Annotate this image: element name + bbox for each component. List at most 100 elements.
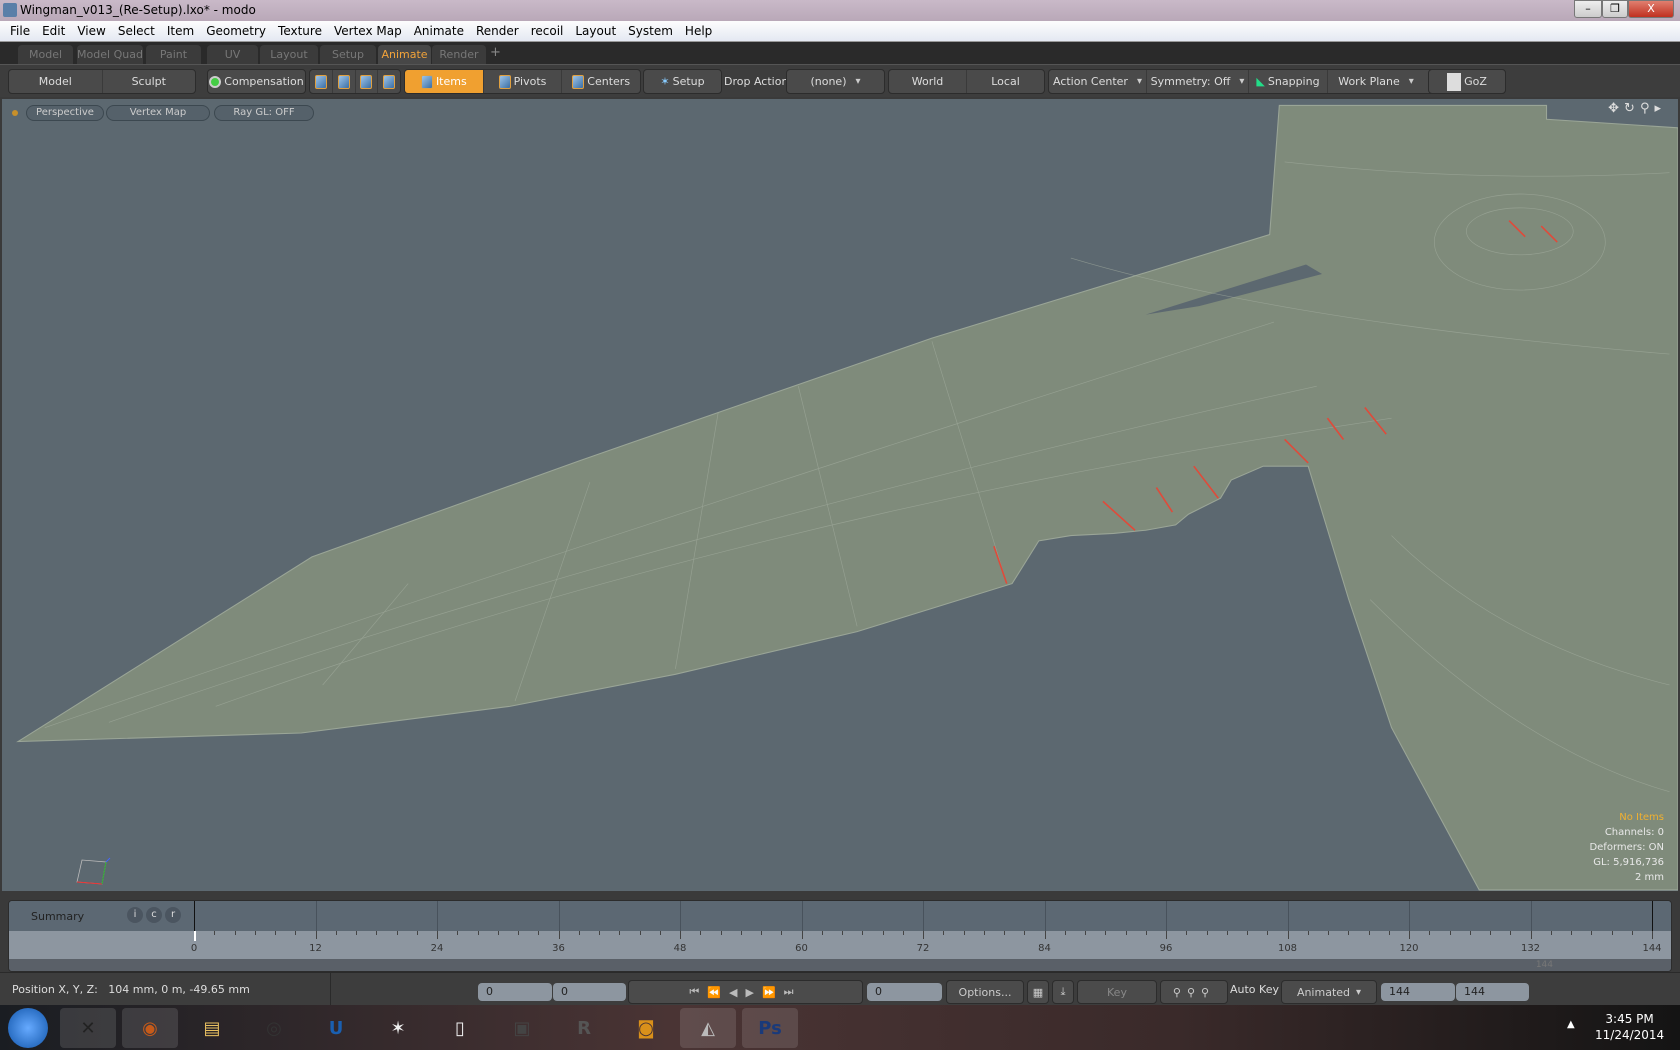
materials-mode-button[interactable]	[378, 70, 400, 93]
ruler-tick	[335, 931, 337, 935]
ray-gl-button[interactable]: Ray GL: OFF	[214, 105, 314, 121]
viewport-nav-controls[interactable]: ✥↻⚲▸	[1608, 101, 1666, 116]
menu-item[interactable]: Item	[161, 24, 200, 38]
timeline-scrollbar[interactable]: 144	[9, 959, 1671, 971]
vertices-mode-button[interactable]	[310, 70, 333, 93]
rotate-icon[interactable]: ↻	[1624, 101, 1640, 116]
menu-recoil[interactable]: recoil	[525, 24, 570, 38]
zoom-icon[interactable]: ⚲	[1640, 101, 1655, 116]
tab-setup[interactable]: Setup	[320, 45, 376, 64]
close-button[interactable]: X	[1628, 0, 1674, 18]
items-mode-button[interactable]: Items	[405, 70, 484, 93]
tab-model-quad[interactable]: Model Quad	[77, 45, 143, 64]
start-frame-field[interactable]: 0	[478, 983, 552, 1001]
menu-texture[interactable]: Texture	[272, 24, 328, 38]
setup-label: Setup	[672, 75, 705, 88]
tick-label: 120	[1399, 943, 1419, 954]
transport-controls[interactable]: ⏮ ⏪ ◀ ▶ ⏩ ⏭	[628, 980, 863, 1004]
menu-file[interactable]: File	[4, 24, 36, 38]
viewport-menu-dot[interactable]	[12, 110, 18, 116]
pivots-mode-button[interactable]: Pivots	[484, 70, 563, 93]
taskbar-app-color[interactable]: ◎	[246, 1008, 302, 1048]
frame-field[interactable]: 0	[867, 983, 942, 1001]
tray-arrow-icon[interactable]: ▲	[1567, 1019, 1575, 1030]
setup-button[interactable]: ✶ Setup	[644, 70, 721, 93]
tab-animate[interactable]: Animate	[378, 45, 431, 64]
pan-icon[interactable]: ✥	[1608, 101, 1624, 116]
snapping-button[interactable]: ◣ Snapping	[1249, 70, 1328, 93]
clock[interactable]: 3:45 PM 11/24/2014	[1595, 1011, 1664, 1043]
timeline[interactable]: Summary icr 0 12 24 36 48 60 72 84 96 108 120 132 14…	[8, 900, 1672, 972]
drop-action-dropdown[interactable]: (none)	[787, 70, 884, 93]
taskbar-app-camera[interactable]: ◙	[618, 1008, 674, 1048]
flag-r[interactable]: r	[165, 907, 181, 923]
taskbar-app-zbrush[interactable]: ✶	[370, 1008, 426, 1048]
taskbar-app-explorer[interactable]: ▤	[184, 1008, 240, 1048]
taskbar-app-document[interactable]: ▯	[432, 1008, 488, 1048]
tab-paint[interactable]: Paint	[146, 45, 201, 64]
end-frame-field[interactable]: 144	[1381, 983, 1455, 1001]
symmetry-dropdown[interactable]: Symmetry: Off	[1147, 70, 1249, 93]
next-key-icon[interactable]: ⏩	[762, 986, 784, 999]
playhead[interactable]	[194, 931, 196, 941]
expand-arrow-icon[interactable]: ▸	[1654, 101, 1666, 116]
model-button[interactable]: Model	[9, 70, 103, 93]
perspective-button[interactable]: Perspective	[26, 105, 104, 121]
tab-uv[interactable]: UV	[207, 45, 258, 64]
polygons-mode-button[interactable]	[356, 70, 379, 93]
sculpt-button[interactable]: Sculpt	[103, 70, 196, 93]
flag-i[interactable]: i	[127, 907, 143, 923]
menu-system[interactable]: System	[622, 24, 679, 38]
vertex-map-button[interactable]: Vertex Map	[106, 105, 210, 121]
auto-key-icons[interactable]: ⚲⚲⚲	[1160, 980, 1228, 1004]
menu-animate[interactable]: Animate	[408, 24, 470, 38]
restore-button[interactable]: ❐	[1602, 0, 1628, 18]
tab-model[interactable]: Model	[18, 45, 73, 64]
flag-c[interactable]: c	[146, 907, 162, 923]
menu-render[interactable]: Render	[470, 24, 525, 38]
taskbar-app-media[interactable]: ▣	[494, 1008, 550, 1048]
prev-key-icon[interactable]: ⏪	[707, 986, 729, 999]
taskbar-app-firefox[interactable]: ◉	[122, 1008, 178, 1048]
work-plane-dropdown[interactable]: Work Plane	[1328, 70, 1424, 93]
taskbar-app-unreal[interactable]: U	[308, 1008, 364, 1048]
menu-layout[interactable]: Layout	[569, 24, 622, 38]
taskbar-app-modo[interactable]: ✕	[60, 1008, 116, 1048]
menu-geometry[interactable]: Geometry	[200, 24, 272, 38]
tab-render[interactable]: Render	[432, 45, 486, 64]
time-ruler[interactable]: 0 12 24 36 48 60 72 84 96 108 120 132 144	[9, 931, 1671, 959]
key-button[interactable]: Key	[1077, 980, 1157, 1004]
compensation-button[interactable]: Compensation	[208, 70, 305, 93]
taskbar-app-preview[interactable]: ◭	[680, 1008, 736, 1048]
menu-help[interactable]: Help	[679, 24, 718, 38]
menu-select[interactable]: Select	[112, 24, 161, 38]
go-to-start-icon[interactable]: ⏮	[689, 985, 707, 999]
start-button[interactable]	[8, 1008, 48, 1048]
minimize-button[interactable]: –	[1574, 0, 1602, 18]
action-center-dropdown[interactable]: Action Center	[1049, 70, 1147, 93]
local-button[interactable]: Local	[967, 70, 1044, 93]
tab-layout[interactable]: Layout	[260, 45, 318, 64]
add-tab-button[interactable]: +	[490, 45, 501, 60]
taskbar-app-ps[interactable]: Ps	[742, 1008, 798, 1048]
key-channels-icon[interactable]: ⤓	[1052, 980, 1074, 1004]
go-to-end-icon[interactable]: ⏭	[784, 985, 802, 999]
options-button[interactable]: Options...	[946, 980, 1024, 1004]
range-end-field[interactable]: 144	[1456, 983, 1529, 1001]
centers-mode-button[interactable]: Centers	[562, 70, 640, 93]
step-back-icon[interactable]: ◀	[729, 986, 745, 999]
taskbar-app-recap[interactable]: R	[556, 1008, 612, 1048]
edges-mode-button[interactable]	[333, 70, 356, 93]
play-icon[interactable]: ▶	[746, 986, 762, 999]
tick-label: 60	[795, 943, 808, 954]
graph-icon[interactable]: ▦	[1027, 980, 1049, 1004]
world-button[interactable]: World	[889, 70, 967, 93]
menu-vertex-map[interactable]: Vertex Map	[328, 24, 408, 38]
goz-button[interactable]: GoZ	[1429, 70, 1505, 93]
current-frame-field[interactable]: 0	[553, 983, 626, 1001]
menu-view[interactable]: View	[71, 24, 111, 38]
animated-dropdown[interactable]: Animated	[1281, 980, 1377, 1004]
menu-edit[interactable]: Edit	[36, 24, 71, 38]
3d-viewport[interactable]: Perspective Vertex Map Ray GL: OFF ✥↻⚲▸ …	[0, 97, 1680, 893]
ruler-tick	[578, 931, 580, 935]
